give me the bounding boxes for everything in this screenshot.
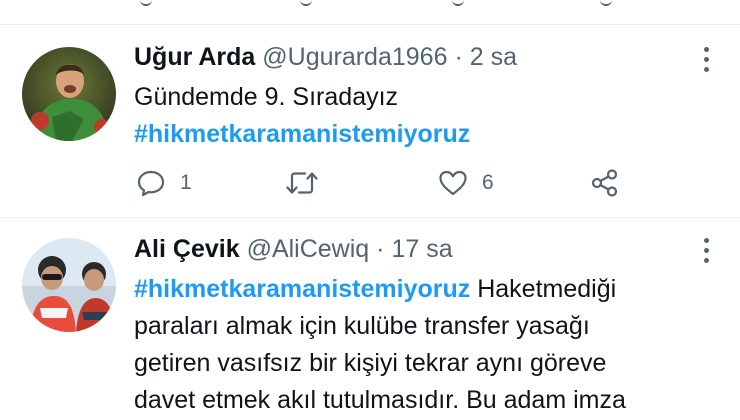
divider	[0, 24, 740, 25]
like-icon	[452, 0, 464, 6]
previous-tweet-actions-partial	[0, 0, 740, 22]
display-name[interactable]: Ali Çevik	[134, 235, 240, 263]
reply-icon	[137, 170, 165, 197]
reply-button[interactable]: 1	[136, 166, 192, 200]
separator-dot: ·	[454, 43, 463, 71]
share-icon	[600, 0, 612, 6]
share-button[interactable]	[590, 166, 620, 200]
more-icon[interactable]	[704, 47, 710, 77]
user-handle[interactable]: @Ugurarda1966	[262, 43, 447, 71]
divider	[0, 217, 740, 218]
tweet-text-fragment: Haketmediği	[470, 275, 617, 303]
tweet-text-line: Gündemde 9. Sıradayız	[134, 83, 399, 111]
timestamp[interactable]: 2 sa	[470, 43, 517, 71]
timestamp[interactable]: 17 sa	[391, 235, 452, 263]
avatar[interactable]	[22, 47, 116, 141]
avatar[interactable]	[22, 238, 116, 332]
retweet-icon	[286, 172, 318, 194]
like-count: 6	[482, 171, 494, 194]
more-icon[interactable]	[704, 238, 710, 268]
like-button[interactable]: 6	[438, 166, 494, 200]
share-icon	[591, 169, 618, 197]
reply-count: 1	[180, 171, 192, 194]
tweet-text-line: paraları almak için kulübe transfer yasa…	[134, 312, 590, 340]
tweet-text-line: getiren vasıfsız bir kişiyi tekrar aynı …	[134, 349, 607, 377]
tweet-header: Ali Çevik @AliCewiq · 17 sa	[134, 234, 453, 264]
tweet-text: #hikmetkaramanistemiyoruz Haketmediği pa…	[134, 271, 694, 419]
retweet-icon	[300, 0, 312, 6]
reply-icon	[140, 0, 152, 6]
tweet-text-line: davet etmek akıl tutulmasıdır. Bu adam i…	[134, 386, 626, 414]
user-handle[interactable]: @AliCewiq	[247, 235, 370, 263]
separator-dot: ·	[376, 235, 385, 263]
hashtag-link[interactable]: #hikmetkaramanistemiyoruz	[134, 116, 694, 153]
tweet-text-line: #hikmetkaramanistemiyoruz Haketmediği	[134, 271, 694, 308]
tweet-text: Gündemde 9. Sıradayız #hikmetkaramaniste…	[134, 79, 694, 153]
retweet-button[interactable]	[286, 166, 318, 200]
hashtag-link[interactable]: #hikmetkaramanistemiyoruz	[134, 275, 470, 303]
display-name[interactable]: Uğur Arda	[134, 43, 255, 71]
tweet-header: Uğur Arda @Ugurarda1966 · 2 sa	[134, 42, 517, 72]
action-bar: 1 6	[134, 166, 654, 200]
like-icon	[439, 170, 467, 196]
